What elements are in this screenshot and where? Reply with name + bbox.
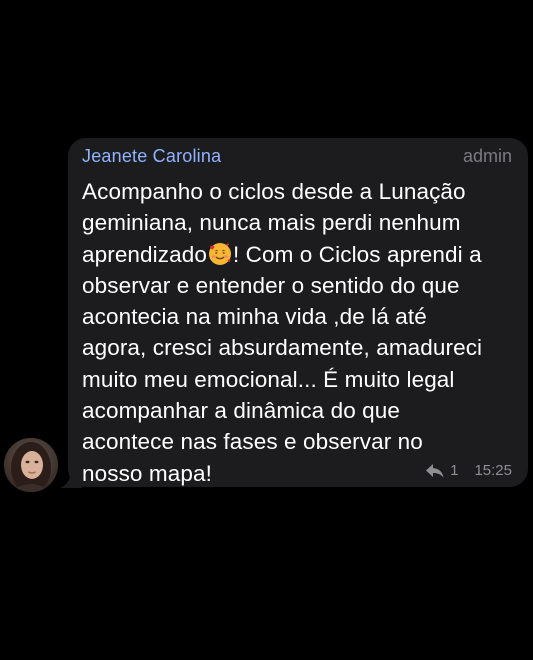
message-meta: 1 15:25 xyxy=(426,462,512,479)
message-time: 15:25 xyxy=(474,462,512,479)
sender-name[interactable]: Jeanete Carolina xyxy=(82,146,221,167)
sender-avatar[interactable] xyxy=(4,438,58,492)
message-text-part-2: ! Com o Ciclos aprendi a observar e ente… xyxy=(82,241,483,486)
reply-arrow-icon[interactable] xyxy=(426,463,444,478)
reply-count[interactable]: 1 xyxy=(450,462,458,479)
message-text: Acompanho o ciclos desde a Lunação gemin… xyxy=(82,176,512,489)
role-badge: admin xyxy=(462,146,512,166)
smiling-face-with-hearts-emoji-icon xyxy=(208,242,231,265)
avatar-photo xyxy=(4,438,58,492)
message-header: Jeanete Carolina admin xyxy=(82,146,512,170)
message-bubble[interactable]: Jeanete Carolina admin Acompanho o ciclo… xyxy=(68,138,528,487)
